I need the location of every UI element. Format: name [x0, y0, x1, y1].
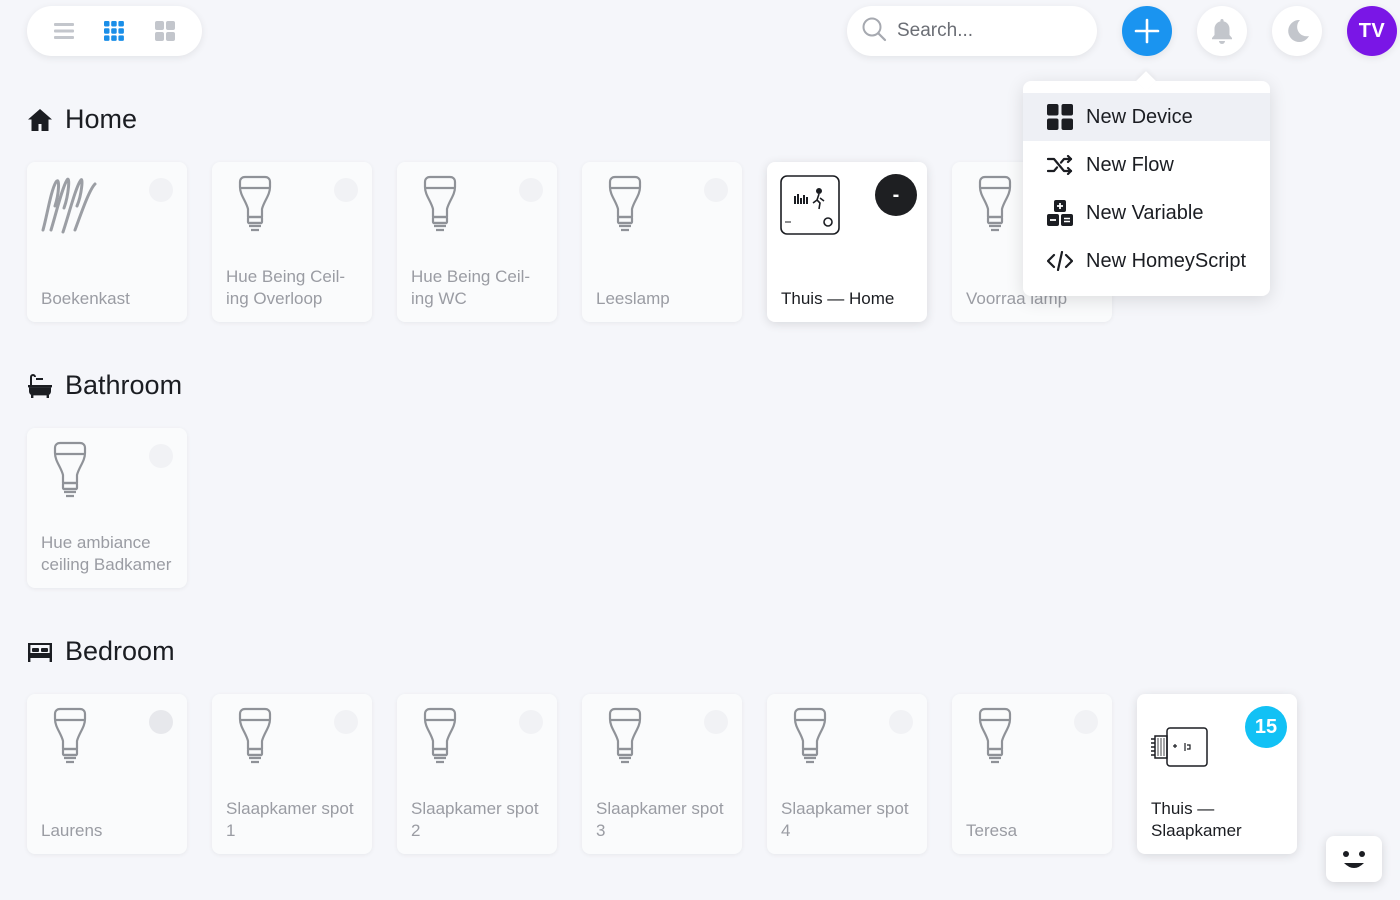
- menu-item-label: New Device: [1086, 105, 1193, 128]
- bulb-icon: [608, 707, 642, 764]
- device-card-hue-being-wc[interactable]: Hue Being Ceil- ing WC: [397, 162, 557, 322]
- dark-mode-button[interactable]: [1272, 6, 1322, 56]
- toggle-dot[interactable]: [1074, 710, 1098, 734]
- device-card-leeslamp[interactable]: Leeslamp: [582, 162, 742, 322]
- user-avatar[interactable]: TV: [1347, 6, 1397, 56]
- bulb-icon: [423, 707, 457, 764]
- toggle-dot[interactable]: [704, 710, 728, 734]
- variable-icon: [1047, 200, 1073, 226]
- code-icon: [1047, 248, 1073, 274]
- section-title-label: Home: [65, 104, 138, 134]
- large-grid-view-icon[interactable]: [145, 11, 185, 51]
- smiley-face-icon: [1343, 851, 1365, 868]
- toggle-dot[interactable]: [704, 178, 728, 202]
- toggle-dot[interactable]: [149, 444, 173, 468]
- search-input[interactable]: [897, 20, 1077, 42]
- toggle-dot[interactable]: [149, 710, 173, 734]
- view-toggle: [27, 6, 202, 56]
- device-card-thuis-slaapkamer[interactable]: 15 Thuis — Slaapkamer: [1137, 694, 1297, 854]
- menu-item-label: New Variable: [1086, 201, 1204, 224]
- bulb-icon: [53, 441, 87, 498]
- temperature-badge: 15: [1245, 706, 1287, 748]
- toggle-dot[interactable]: [889, 710, 913, 734]
- toggle-dot[interactable]: [519, 178, 543, 202]
- search-bar[interactable]: [847, 6, 1097, 56]
- device-label: Slaapkamer spot 2: [411, 799, 539, 840]
- homey-assistant-button[interactable]: [1326, 836, 1382, 882]
- device-card-boekenkast[interactable]: Boekenkast: [27, 162, 187, 322]
- bulb-icon: [978, 707, 1012, 764]
- device-card-slaapkamer-spot-4[interactable]: Slaapkamer spot 4: [767, 694, 927, 854]
- section-title-bathroom: Bathroom: [27, 370, 182, 401]
- bulb-icon: [423, 175, 457, 232]
- toggle-dot[interactable]: [519, 710, 543, 734]
- light-strip-icon: [41, 177, 97, 234]
- status-badge: -: [875, 174, 917, 216]
- device-grid-icon: [1047, 104, 1073, 130]
- section-title-home: Home: [27, 104, 137, 135]
- bell-icon: [1212, 19, 1232, 44]
- device-label: Slaapkamer spot 1: [226, 799, 354, 840]
- device-label: Slaapkamer spot 3: [596, 799, 724, 840]
- bulb-icon: [238, 707, 272, 764]
- small-grid-view-icon[interactable]: [94, 11, 134, 51]
- device-card-slaapkamer-spot-3[interactable]: Slaapkamer spot 3: [582, 694, 742, 854]
- toggle-dot[interactable]: [149, 178, 173, 202]
- add-menu: New Device New Flow New Variable New Hom…: [1023, 81, 1270, 296]
- device-card-thuis-home[interactable]: - Thuis — Home: [767, 162, 927, 322]
- bed-icon: [27, 639, 53, 665]
- device-card-hue-ambiance-badkamer[interactable]: Hue ambiance ceiling Badkamer: [27, 428, 187, 588]
- device-label: Thuis — Home: [781, 289, 895, 308]
- avatar-initials: TV: [1358, 19, 1386, 42]
- menu-item-new-homeyscript[interactable]: New HomeyScript: [1023, 237, 1270, 285]
- device-label: Boekenkast: [41, 289, 130, 308]
- device-card-hue-being-overloop[interactable]: Hue Being Ceil- ing Overloop: [212, 162, 372, 322]
- device-card-teresa[interactable]: Teresa: [952, 694, 1112, 854]
- bulb-icon: [793, 707, 827, 764]
- section-title-label: Bathroom: [65, 370, 183, 400]
- bulb-icon: [978, 175, 1012, 232]
- list-view-icon[interactable]: [44, 11, 84, 51]
- radiator-valve-icon: [1151, 727, 1208, 767]
- thermostat-icon: [780, 175, 840, 235]
- search-icon: [861, 16, 887, 47]
- menu-item-label: New HomeyScript: [1086, 249, 1247, 272]
- toggle-dot[interactable]: [334, 710, 358, 734]
- section-title-bedroom: Bedroom: [27, 636, 175, 667]
- add-button[interactable]: [1122, 6, 1172, 56]
- device-label: Slaapkamer spot 4: [781, 799, 909, 840]
- menu-item-new-flow[interactable]: New Flow: [1023, 141, 1270, 189]
- device-label: Teresa: [966, 821, 1018, 840]
- device-card-slaapkamer-spot-1[interactable]: Slaapkamer spot 1: [212, 694, 372, 854]
- bathtub-icon: [27, 373, 53, 399]
- menu-item-new-variable[interactable]: New Variable: [1023, 189, 1270, 237]
- bulb-icon: [53, 707, 87, 764]
- device-label: Thuis — Slaapkamer: [1151, 799, 1242, 840]
- bulb-icon: [238, 175, 272, 232]
- device-card-laurens[interactable]: Laurens: [27, 694, 187, 854]
- section-title-label: Bedroom: [65, 636, 175, 666]
- device-label: Hue Being Ceil- ing WC: [411, 267, 531, 308]
- device-label: Hue Being Ceil- ing Overloop: [226, 267, 346, 308]
- plus-icon: [1134, 18, 1160, 44]
- menu-item-new-device[interactable]: New Device: [1023, 93, 1270, 141]
- device-card-slaapkamer-spot-2[interactable]: Slaapkamer spot 2: [397, 694, 557, 854]
- notifications-button[interactable]: [1197, 6, 1247, 56]
- moon-icon: [1288, 19, 1309, 42]
- device-label: Leeslamp: [596, 289, 670, 308]
- shuffle-icon: [1047, 152, 1073, 178]
- bulb-icon: [608, 175, 642, 232]
- menu-item-label: New Flow: [1086, 153, 1174, 176]
- device-label: Hue ambiance ceiling Badkamer: [41, 533, 172, 574]
- device-label: Laurens: [41, 821, 103, 840]
- house-icon: [27, 107, 53, 133]
- toggle-dot[interactable]: [334, 178, 358, 202]
